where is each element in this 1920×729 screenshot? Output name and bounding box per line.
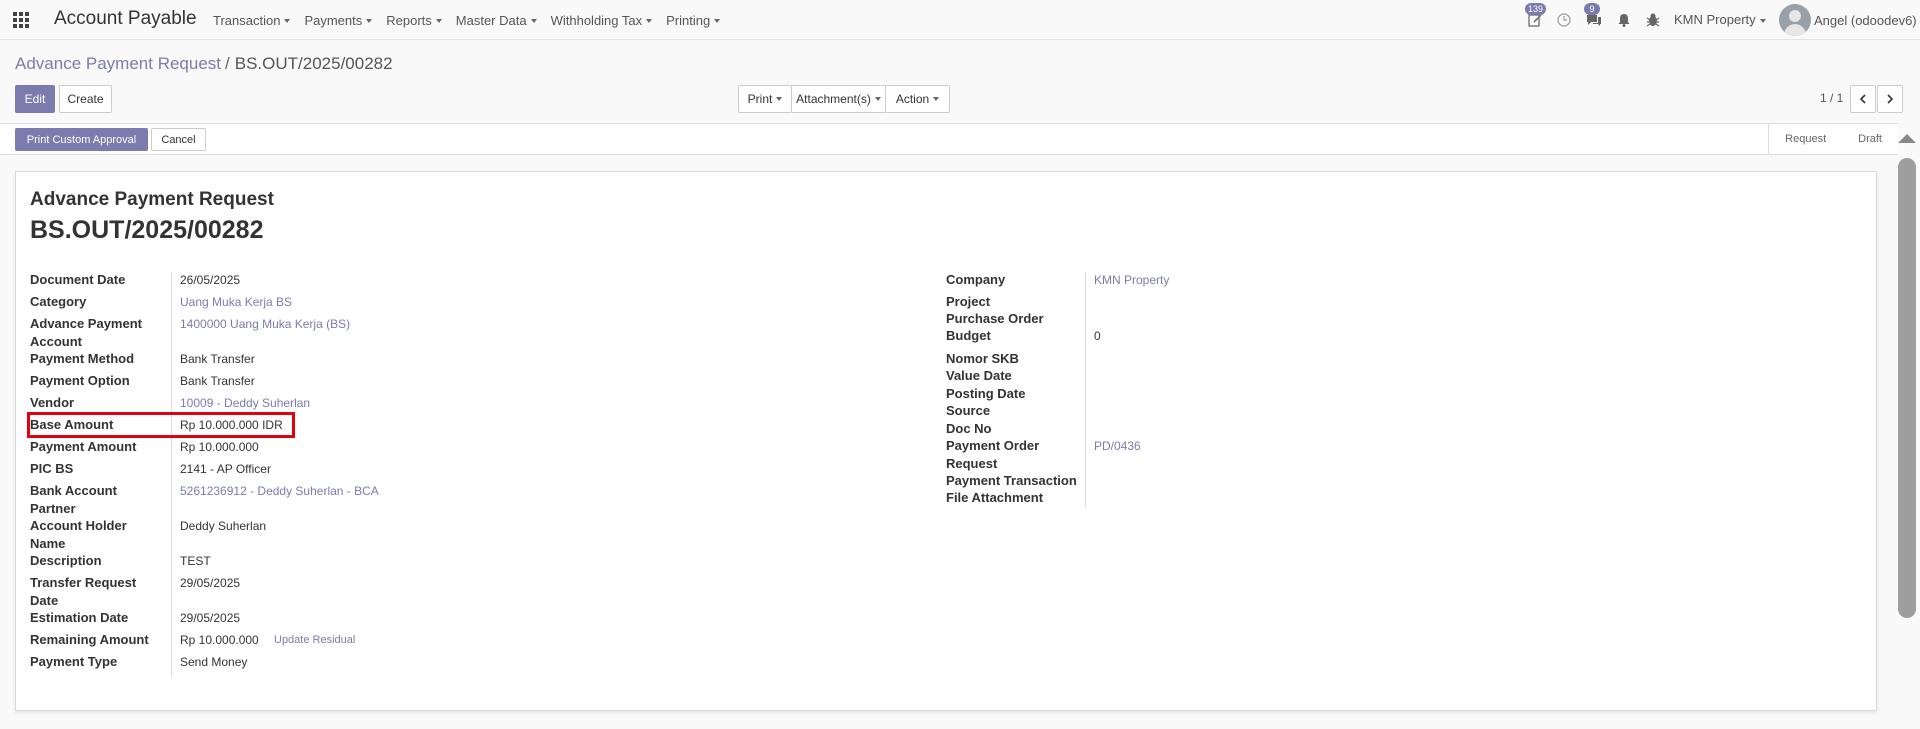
scrollbar-thumb[interactable]	[1898, 158, 1916, 618]
menu-reports[interactable]: Reports	[386, 13, 442, 28]
label-payment-order-request: Payment Order Request	[946, 438, 1040, 471]
print-dropdown[interactable]: Print	[738, 85, 792, 113]
chevron-right-icon	[1887, 94, 1894, 104]
menu-transaction[interactable]: Transaction	[213, 13, 291, 28]
menu-payments[interactable]: Payments	[304, 13, 373, 28]
activity-badge: 139	[1525, 3, 1547, 15]
value-pic-bs: 2141 - AP Officer	[180, 462, 271, 476]
value-estimation-date: 29/05/2025	[180, 611, 241, 625]
label-account-holder-name: Account Holder Name	[30, 518, 127, 551]
menu-withholding-tax[interactable]: Withholding Tax	[551, 13, 653, 28]
label-document-date: Document Date	[30, 272, 126, 287]
value-advance-payment-account-link[interactable]: 1400000 Uang Muka Kerja (BS)	[180, 315, 350, 333]
label-estimation-date: Estimation Date	[30, 610, 129, 625]
breadcrumb-parent-link[interactable]: Advance Payment Request	[15, 54, 221, 73]
breadcrumb-separator: /	[225, 54, 230, 73]
record-name: BS.OUT/2025/00282	[30, 216, 264, 244]
status-step-draft[interactable]: Draft	[1842, 124, 1898, 154]
main-menu: Transaction Payments Reports Master Data…	[213, 0, 734, 40]
scroll-up-arrow[interactable]	[1898, 134, 1916, 143]
sheet-title: Advance Payment Request	[30, 189, 274, 210]
form-statusbar: Print Custom Approval Cancel Request Dra…	[0, 123, 1898, 155]
cancel-button[interactable]: Cancel	[151, 128, 206, 151]
pager-next-button[interactable]	[1877, 85, 1903, 113]
value-payment-method: Bank Transfer	[180, 352, 255, 366]
top-navbar: Account Payable Transaction Payments Rep…	[0, 0, 1920, 40]
messages-icon[interactable]: 9	[1584, 3, 1602, 28]
update-residual-button[interactable]: Update Residual	[274, 634, 355, 646]
right-column-divider	[1085, 272, 1086, 507]
label-project: Project	[946, 294, 991, 309]
value-payment-option: Bank Transfer	[180, 374, 255, 388]
debug-bug-icon[interactable]	[1645, 12, 1661, 28]
value-remaining-amount: Rp 10.000.000	[180, 633, 259, 647]
action-dropdown[interactable]: Action	[885, 85, 950, 113]
label-purchase-order: Purchase Order	[946, 311, 1044, 326]
activity-edit-icon[interactable]: 139	[1525, 3, 1547, 28]
label-description: Description	[30, 553, 102, 568]
clock-icon[interactable]	[1556, 12, 1572, 28]
label-category: Category	[30, 294, 87, 309]
status-steps: Request Draft	[1768, 124, 1898, 154]
company-switcher[interactable]: KMN Property	[1674, 12, 1766, 27]
base-amount-highlight-box	[27, 412, 295, 438]
left-column-divider	[171, 272, 172, 677]
value-budget: 0	[1094, 329, 1101, 343]
bell-icon[interactable]	[1616, 12, 1632, 28]
label-bank-account-partner: Bank Account Partner	[30, 483, 117, 516]
label-doc-no: Doc No	[946, 421, 992, 436]
value-account-holder-name: Deddy Suherlan	[180, 519, 267, 533]
label-file-attachment: File Attachment	[946, 490, 1044, 505]
value-company-link[interactable]: KMN Property	[1094, 271, 1169, 289]
label-payment-method: Payment Method	[30, 351, 135, 366]
value-vendor-link[interactable]: 10009 - Deddy Suherlan	[180, 394, 310, 412]
label-remaining-amount: Remaining Amount	[30, 632, 149, 647]
label-nomor-skb: Nomor SKB	[946, 351, 1019, 366]
label-posting-date: Posting Date	[946, 386, 1026, 401]
menu-printing[interactable]: Printing	[666, 13, 721, 28]
messages-badge: 9	[1584, 3, 1600, 15]
label-source: Source	[946, 403, 991, 418]
label-pic-bs: PIC BS	[30, 461, 74, 476]
apps-menu-icon[interactable]	[13, 12, 31, 28]
edit-button[interactable]: Edit	[15, 85, 55, 113]
value-document-date: 26/05/2025	[180, 273, 241, 287]
breadcrumb-current: BS.OUT/2025/00282	[234, 54, 393, 73]
label-vendor: Vendor	[30, 395, 75, 410]
pager-previous-button[interactable]	[1850, 85, 1876, 113]
label-payment-transaction: Payment Transaction	[946, 473, 1077, 488]
label-company: Company	[946, 272, 1006, 287]
menu-master-data[interactable]: Master Data	[456, 13, 537, 28]
value-payment-type: Send Money	[180, 655, 248, 669]
chevron-left-icon	[1859, 94, 1866, 104]
value-category-link[interactable]: Uang Muka Kerja BS	[180, 293, 292, 311]
label-transfer-request-date: Transfer Request Date	[30, 575, 137, 608]
pager-value[interactable]: 1 / 1	[1820, 91, 1843, 105]
app-brand[interactable]: Account Payable	[54, 8, 197, 30]
attachments-dropdown[interactable]: Attachment(s)	[791, 85, 886, 113]
print-custom-approval-button[interactable]: Print Custom Approval	[15, 128, 148, 151]
create-button[interactable]: Create	[59, 85, 112, 113]
label-advance-payment-account: Advance Payment Account	[30, 316, 142, 349]
value-bank-account-partner-link[interactable]: 5261236912 - Deddy Suherlan - BCA	[180, 482, 379, 500]
value-payment-amount: Rp 10.000.000	[180, 440, 259, 454]
value-transfer-request-date: 29/05/2025	[180, 576, 241, 590]
user-avatar[interactable]	[1779, 4, 1811, 36]
label-value-date: Value Date	[946, 368, 1012, 383]
label-payment-type: Payment Type	[30, 654, 118, 669]
label-payment-option: Payment Option	[30, 373, 130, 388]
status-step-request[interactable]: Request	[1769, 124, 1842, 154]
value-payment-order-request-link[interactable]: PD/0436	[1094, 437, 1141, 455]
breadcrumb: Advance Payment Request / BS.OUT/2025/0028…	[15, 54, 393, 74]
user-menu[interactable]: Angel (odoodev6)	[1814, 13, 1917, 28]
label-payment-amount: Payment Amount	[30, 439, 137, 454]
label-budget: Budget	[946, 328, 991, 343]
value-description: TEST	[180, 554, 211, 568]
